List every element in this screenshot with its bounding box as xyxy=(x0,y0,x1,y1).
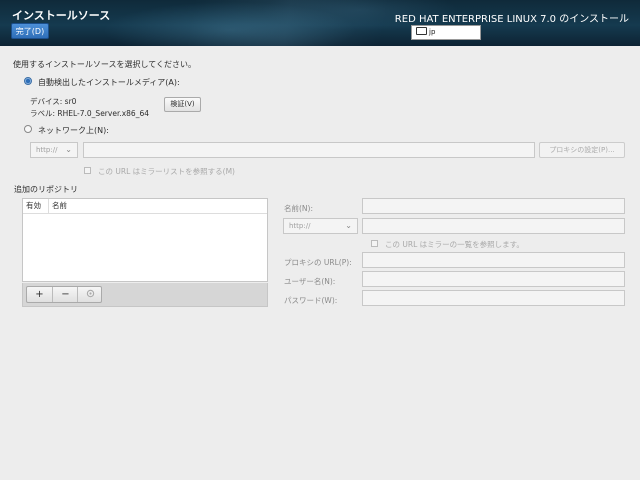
repo-proxy-url-label: プロキシの URL(P): xyxy=(284,258,352,267)
repo-mirror-label: この URL はミラーの一覧を参照します。 xyxy=(385,240,524,249)
network-radio[interactable] xyxy=(24,125,32,133)
done-button[interactable]: 完了(D) xyxy=(11,23,49,39)
verify-button[interactable]: 検証(V) xyxy=(164,97,201,112)
repo-proxy-url-input[interactable] xyxy=(362,252,625,268)
product-title: RED HAT ENTERPRISE LINUX 7.0 のインストール xyxy=(394,14,629,25)
disc-label-text: ラベル: RHEL-7.0_Server.x86_64 xyxy=(30,109,149,118)
reset-repos-button[interactable] xyxy=(77,287,103,302)
repos-table-header: 有効 名前 xyxy=(23,199,267,214)
page-title: インストールソース xyxy=(12,9,111,22)
network-mirror-checkbox[interactable] xyxy=(84,167,91,174)
source-prompt: 使用するインストールソースを選択してください。 xyxy=(13,60,196,69)
column-name[interactable]: 名前 xyxy=(48,199,67,213)
remove-repo-button[interactable]: − xyxy=(52,287,78,302)
auto-media-label[interactable]: 自動検出したインストールメディア(A): xyxy=(38,77,180,88)
repo-mirror-checkbox[interactable] xyxy=(371,240,378,247)
chevron-down-icon: ⌄ xyxy=(65,145,72,154)
repo-username-label: ユーザー名(N): xyxy=(284,277,336,286)
repo-name-label: 名前(N): xyxy=(284,204,313,213)
repo-password-input[interactable] xyxy=(362,290,625,306)
repo-protocol-value: http:// xyxy=(289,222,311,230)
network-mirror-label: この URL はミラーリストを参照する(M) xyxy=(98,167,235,176)
repo-username-input[interactable] xyxy=(362,271,625,287)
repos-title: 追加のリポジトリ xyxy=(14,185,78,194)
keyboard-layout-label: jp xyxy=(429,28,436,36)
reset-icon xyxy=(86,289,95,298)
network-url-input[interactable] xyxy=(83,142,535,158)
auto-media-radio[interactable] xyxy=(24,77,32,85)
network-label[interactable]: ネットワーク上(N): xyxy=(38,125,109,136)
repos-toolbar: + − xyxy=(22,283,268,307)
repo-password-label: パスワード(W): xyxy=(284,296,338,305)
keyboard-icon xyxy=(416,27,427,35)
repo-protocol-select[interactable]: http:// ⌄ xyxy=(283,218,358,234)
chevron-down-icon: ⌄ xyxy=(345,221,352,230)
header-bar: インストールソース 完了(D) RED HAT ENTERPRISE LINUX… xyxy=(0,0,640,46)
device-text: デバイス: sr0 xyxy=(30,97,77,106)
repos-toolbar-buttons: + − xyxy=(26,286,102,303)
network-protocol-value: http:// xyxy=(36,146,58,154)
repos-table[interactable]: 有効 名前 xyxy=(22,198,268,282)
add-repo-button[interactable]: + xyxy=(27,287,52,302)
repo-url-input[interactable] xyxy=(362,218,625,234)
repo-name-input[interactable] xyxy=(362,198,625,214)
column-enabled[interactable]: 有効 xyxy=(26,199,41,213)
keyboard-layout-indicator[interactable]: jp xyxy=(411,25,481,40)
network-protocol-select[interactable]: http:// ⌄ xyxy=(30,142,78,158)
proxy-settings-button[interactable]: プロキシの設定(P)... xyxy=(539,142,625,158)
